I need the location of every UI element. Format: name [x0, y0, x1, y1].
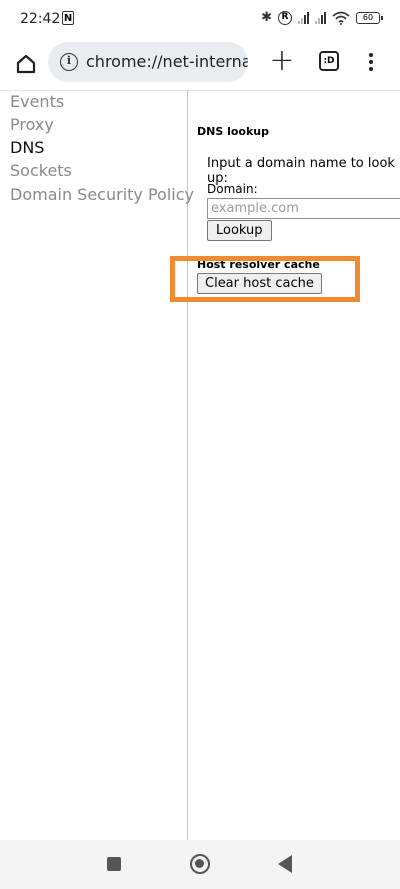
status-time: 22:42: [20, 11, 61, 27]
battery-icon: 60: [356, 11, 383, 24]
dns-panel: DNS lookup Input a domain name to look u…: [188, 90, 400, 840]
page-content: Events Proxy DNS Sockets Domain Security…: [0, 90, 400, 840]
signal-icon-1: [298, 11, 309, 24]
home-circle-icon[interactable]: [190, 854, 210, 874]
status-icons: ✱ R 60: [261, 10, 383, 25]
host-resolver-cache-heading: Host resolver cache: [197, 258, 320, 271]
sidebar-item-events[interactable]: Events: [10, 92, 64, 111]
lookup-button[interactable]: Lookup: [207, 220, 272, 241]
sidebar-item-domain-security-policy[interactable]: Domain Security Policy: [10, 185, 194, 204]
info-icon[interactable]: i: [60, 53, 78, 71]
tab-switcher-button[interactable]: :D: [319, 51, 339, 71]
sidebar-item-sockets[interactable]: Sockets: [10, 161, 72, 180]
wifi-icon: [332, 11, 350, 25]
sidebar: Events Proxy DNS Sockets Domain Security…: [0, 90, 194, 840]
registered-icon: R: [278, 10, 292, 25]
status-bar: 22:42 N ✱ R 60: [0, 0, 400, 40]
url-text[interactable]: chrome://net-internals: [86, 52, 248, 71]
browser-toolbar: i chrome://net-internals + :D: [0, 40, 400, 91]
menu-dot: [369, 60, 373, 64]
sidebar-item-dns[interactable]: DNS: [10, 138, 44, 157]
omnibox[interactable]: i chrome://net-internals: [48, 42, 248, 82]
bluetooth-icon: ✱: [261, 10, 272, 25]
domain-label: Domain:: [207, 182, 258, 196]
clear-host-cache-button[interactable]: Clear host cache: [197, 273, 322, 294]
menu-dot: [369, 67, 373, 71]
recents-icon[interactable]: [107, 857, 121, 871]
menu-button[interactable]: [364, 48, 378, 76]
navigation-bar: [0, 840, 400, 889]
menu-dot: [369, 53, 373, 57]
new-tab-button[interactable]: +: [268, 46, 296, 76]
home-icon: [16, 54, 36, 74]
nfc-badge-icon: N: [62, 11, 74, 25]
signal-icon-2: [315, 11, 326, 24]
domain-input[interactable]: [207, 198, 400, 219]
dns-lookup-heading: DNS lookup: [197, 125, 269, 138]
sidebar-item-proxy[interactable]: Proxy: [10, 115, 54, 134]
home-button[interactable]: [12, 50, 40, 78]
back-icon[interactable]: [278, 855, 292, 873]
